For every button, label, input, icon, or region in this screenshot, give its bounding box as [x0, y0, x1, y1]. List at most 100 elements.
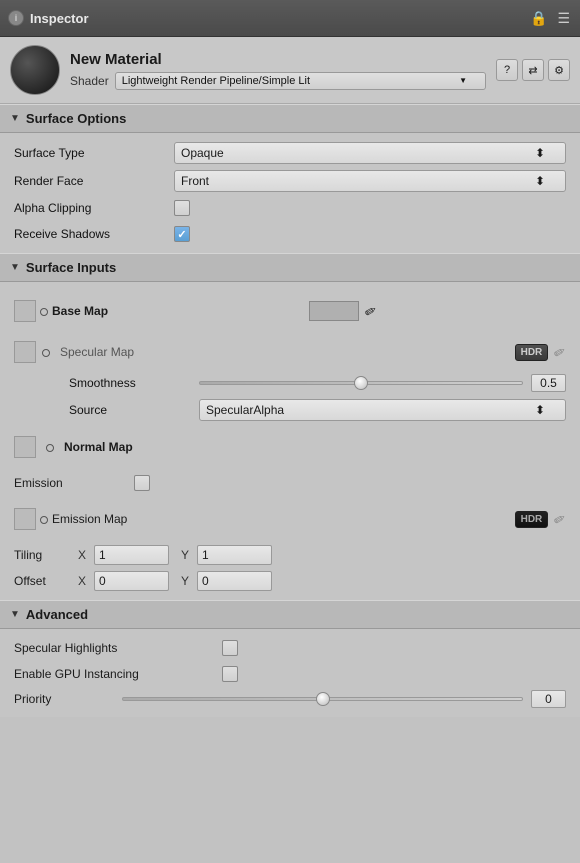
emission-checkbox[interactable] — [134, 475, 150, 491]
tiling-label: Tiling — [14, 548, 74, 562]
base-map-swatch[interactable] — [309, 301, 359, 321]
specular-hdr-button[interactable]: HDR — [515, 344, 549, 361]
offset-x-input[interactable]: 0 — [94, 571, 169, 591]
specular-highlights-label: Specular Highlights — [14, 641, 214, 655]
receive-shadows-row: Receive Shadows ✓ — [0, 221, 580, 247]
priority-value[interactable]: 0 — [531, 690, 566, 708]
priority-thumb[interactable] — [316, 692, 330, 706]
material-name: New Material — [70, 51, 486, 68]
surface-inputs-content: Base Map ✏ Specular Map HDR ✏ Smoothness… — [0, 282, 580, 600]
surface-inputs-label: Surface Inputs — [26, 260, 116, 275]
help-button[interactable]: ? — [496, 59, 518, 81]
shader-dropdown-arrow: ▼ — [459, 76, 467, 85]
material-header: New Material Shader Lightweight Render P… — [0, 37, 580, 104]
receive-shadows-value: ✓ — [174, 226, 566, 242]
inspector-icon: i — [8, 10, 24, 26]
offset-y-label: Y — [181, 574, 193, 588]
source-arrow: ⬍ — [535, 403, 545, 417]
render-face-selected: Front — [181, 174, 209, 188]
surface-inputs-header[interactable]: ▼ Surface Inputs — [0, 253, 580, 282]
transfer-button[interactable]: ⇄ — [522, 59, 544, 81]
emission-hdr-button[interactable]: HDR — [515, 511, 549, 528]
render-face-value: Front ⬍ — [174, 170, 566, 192]
surface-type-arrow: ⬍ — [535, 146, 545, 160]
receive-shadows-checkmark: ✓ — [177, 228, 186, 241]
material-info: New Material Shader Lightweight Render P… — [70, 51, 486, 90]
shader-row: Shader Lightweight Render Pipeline/Simpl… — [70, 72, 486, 90]
emission-pencil-icon[interactable]: ✏ — [551, 509, 570, 530]
specular-map-label: Specular Map — [60, 345, 509, 359]
base-map-checkbox[interactable] — [14, 300, 36, 322]
tiling-x-label: X — [78, 548, 90, 562]
specular-pencil-icon[interactable]: ✏ — [551, 342, 570, 363]
priority-label: Priority — [14, 692, 114, 706]
advanced-label: Advanced — [26, 607, 88, 622]
receive-shadows-checkbox[interactable]: ✓ — [174, 226, 190, 242]
settings-button[interactable]: ⚙ — [548, 59, 570, 81]
smoothness-label: Smoothness — [14, 376, 199, 390]
render-face-dropdown[interactable]: Front ⬍ — [174, 170, 566, 192]
base-map-controls: ✏ — [309, 301, 566, 321]
receive-shadows-label: Receive Shadows — [14, 227, 174, 241]
emission-map-controls: HDR ✏ — [515, 511, 566, 528]
alpha-clipping-value — [174, 200, 566, 216]
priority-slider-container: 0 — [122, 690, 566, 708]
specular-dot — [42, 345, 50, 360]
specular-map-checkbox[interactable] — [14, 341, 36, 363]
offset-label: Offset — [14, 574, 74, 588]
material-preview[interactable] — [10, 45, 60, 95]
advanced-content: Specular Highlights Enable GPU Instancin… — [0, 629, 580, 717]
surface-type-row: Surface Type Opaque ⬍ — [0, 139, 580, 167]
render-face-label: Render Face — [14, 174, 174, 188]
render-face-arrow: ⬍ — [535, 174, 545, 188]
offset-row: Offset X 0 Y 0 — [0, 568, 580, 594]
smoothness-value[interactable]: 0.5 — [531, 374, 566, 392]
advanced-triangle: ▼ — [10, 609, 20, 620]
tiling-x-input[interactable]: 1 — [94, 545, 169, 565]
surface-options-content: Surface Type Opaque ⬍ Render Face Front … — [0, 133, 580, 253]
render-face-row: Render Face Front ⬍ — [0, 167, 580, 195]
surface-inputs-triangle: ▼ — [10, 262, 20, 273]
lock-button[interactable]: 🔒 — [528, 8, 549, 29]
alpha-clipping-checkbox[interactable] — [174, 200, 190, 216]
surface-type-label: Surface Type — [14, 146, 174, 160]
alpha-clipping-row: Alpha Clipping — [0, 195, 580, 221]
smoothness-track[interactable] — [199, 381, 523, 385]
source-dropdown[interactable]: SpecularAlpha ⬍ — [199, 399, 566, 421]
emission-map-checkbox[interactable] — [14, 508, 36, 530]
specular-highlights-checkbox[interactable] — [222, 640, 238, 656]
surface-options-triangle: ▼ — [10, 113, 20, 124]
advanced-header[interactable]: ▼ Advanced — [0, 600, 580, 629]
source-label: Source — [14, 403, 199, 417]
specular-highlights-row: Specular Highlights — [0, 635, 580, 661]
base-map-row: Base Map ✏ — [0, 288, 580, 334]
base-map-dot — [40, 304, 48, 319]
base-map-pencil-icon[interactable]: ✏ — [362, 301, 381, 322]
surface-options-header[interactable]: ▼ Surface Options — [0, 104, 580, 133]
smoothness-thumb[interactable] — [354, 376, 368, 390]
priority-track[interactable] — [122, 697, 523, 701]
title-bar: i Inspector 🔒 ☰ — [0, 0, 580, 37]
gpu-instancing-label: Enable GPU Instancing — [14, 667, 214, 681]
base-map-label: Base Map — [52, 304, 309, 318]
source-selected: SpecularAlpha — [206, 403, 284, 417]
title-bar-title: Inspector — [30, 11, 528, 26]
tiling-y-input[interactable]: 1 — [197, 545, 272, 565]
shader-dropdown[interactable]: Lightweight Render Pipeline/Simple Lit ▼ — [115, 72, 486, 90]
offset-y-input[interactable]: 0 — [197, 571, 272, 591]
smoothness-row: Smoothness 0.5 — [0, 370, 580, 396]
surface-type-value: Opaque ⬍ — [174, 142, 566, 164]
normal-map-row: Normal Map — [0, 424, 580, 470]
tiling-row: Tiling X 1 Y 1 — [0, 542, 580, 568]
emission-row: Emission — [0, 470, 580, 496]
shader-dropdown-value: Lightweight Render Pipeline/Simple Lit — [122, 75, 310, 87]
normal-map-checkbox[interactable] — [14, 436, 36, 458]
menu-button[interactable]: ☰ — [555, 8, 572, 29]
normal-map-label: Normal Map — [64, 440, 133, 454]
title-bar-actions: 🔒 ☰ — [528, 8, 572, 29]
surface-type-dropdown[interactable]: Opaque ⬍ — [174, 142, 566, 164]
gpu-instancing-checkbox[interactable] — [222, 666, 238, 682]
header-buttons: ? ⇄ ⚙ — [496, 59, 570, 81]
emission-map-label: Emission Map — [52, 512, 515, 526]
emission-map-row: Emission Map HDR ✏ — [0, 496, 580, 542]
